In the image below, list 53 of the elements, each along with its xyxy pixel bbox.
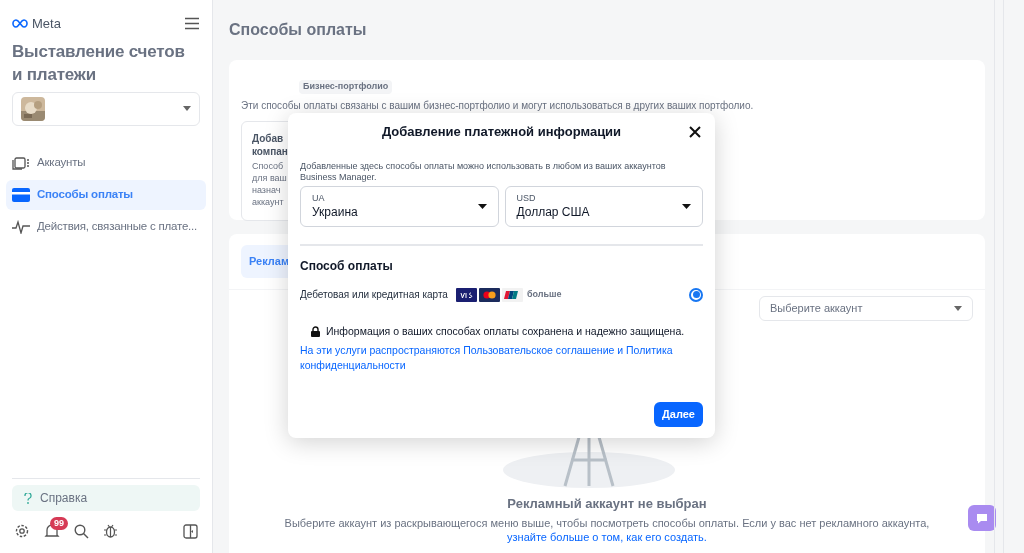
sidebar-item[interactable]: Аккаунты xyxy=(6,147,206,178)
radio-button[interactable] xyxy=(689,287,703,302)
section-heading: Способы оплаты xyxy=(229,20,368,40)
section-title: Способ оплаты xyxy=(300,258,394,275)
dialog-intro: Добавленные здесь способы оплаты можно использовать в любом из ваших аккаунтов Business Manager. xyxy=(300,161,667,183)
page-title: Выставление счетов и платежи xyxy=(12,40,186,86)
account-select[interactable]: Выберите аккаунт xyxy=(759,296,973,321)
logo-text: Meta xyxy=(32,15,61,33)
settings-icon[interactable] xyxy=(14,523,30,539)
stacked-cards-icon xyxy=(12,154,30,171)
question-icon xyxy=(24,492,32,504)
card-text: компан xyxy=(252,145,289,158)
card-text: аккаунт xyxy=(252,196,285,208)
sidebar-item[interactable]: Способы оплаты xyxy=(6,179,206,210)
empty-state-text: Выберите аккаунт из раскрывающегося меню выше, чтобы посмотреть способы оплаты. Если у вас нет рекламного аккаунта, узнайте больше о том, как его создать. xyxy=(283,515,931,544)
lock-icon xyxy=(311,326,320,338)
panel-toggle-icon[interactable] xyxy=(183,523,198,539)
menu-icon[interactable] xyxy=(184,17,200,31)
empty-state-title: Рекламный аккаунт не выбран xyxy=(507,495,707,513)
caret-icon xyxy=(682,204,691,209)
search-icon[interactable] xyxy=(74,523,89,539)
dialog-title: Добавление платежной информации xyxy=(381,123,622,142)
option-label: Дебетовая или кредитная карта xyxy=(300,288,448,302)
card-text: Добав xyxy=(252,132,285,145)
caret-icon xyxy=(183,106,191,111)
sidebar-item[interactable]: Действия, связанные с плате... xyxy=(6,211,206,242)
chat-button[interactable] xyxy=(968,505,996,531)
infinity-logo-icon xyxy=(12,19,28,29)
caret-icon xyxy=(954,306,962,311)
section-description: Эти способы оплаты связаны с вашим бизнес-портфолио и могут использоваться в других ваших портфолио. xyxy=(241,99,755,113)
business-tag: Бизнес-портфолио xyxy=(299,80,393,94)
next-button[interactable]: Далее xyxy=(653,402,703,427)
learn-more-link[interactable]: узнайте больше о том, как его создать. xyxy=(507,530,707,543)
business-selector[interactable] xyxy=(12,91,200,126)
bug-icon[interactable] xyxy=(103,523,118,539)
notification-badge: 99 xyxy=(50,517,68,530)
help-button[interactable]: Справка xyxy=(12,485,200,511)
select-field[interactable]: USD Доллар США xyxy=(504,186,703,227)
caret-icon xyxy=(477,204,487,209)
terms-link[interactable]: На эти услуги распространяются Пользовательское соглашение и Политика конфиденциальности xyxy=(300,342,700,373)
credit-card-icon xyxy=(12,187,30,202)
pulse-icon xyxy=(12,219,30,234)
more-link[interactable]: больше xyxy=(526,287,562,302)
field-value: Украина xyxy=(312,204,358,220)
field-value: Доллар США xyxy=(516,204,590,220)
close-icon[interactable] xyxy=(689,126,701,138)
field-label: UA xyxy=(312,193,326,204)
field-label: USD xyxy=(516,193,537,204)
chat-icon xyxy=(976,512,988,524)
card-text: назнач xyxy=(252,184,282,196)
card-logos-icon xyxy=(455,287,523,302)
security-note: Информация о ваших способах оплаты сохранена и надежно защищена. xyxy=(326,324,685,339)
select-field[interactable]: UA Украина xyxy=(300,186,499,227)
